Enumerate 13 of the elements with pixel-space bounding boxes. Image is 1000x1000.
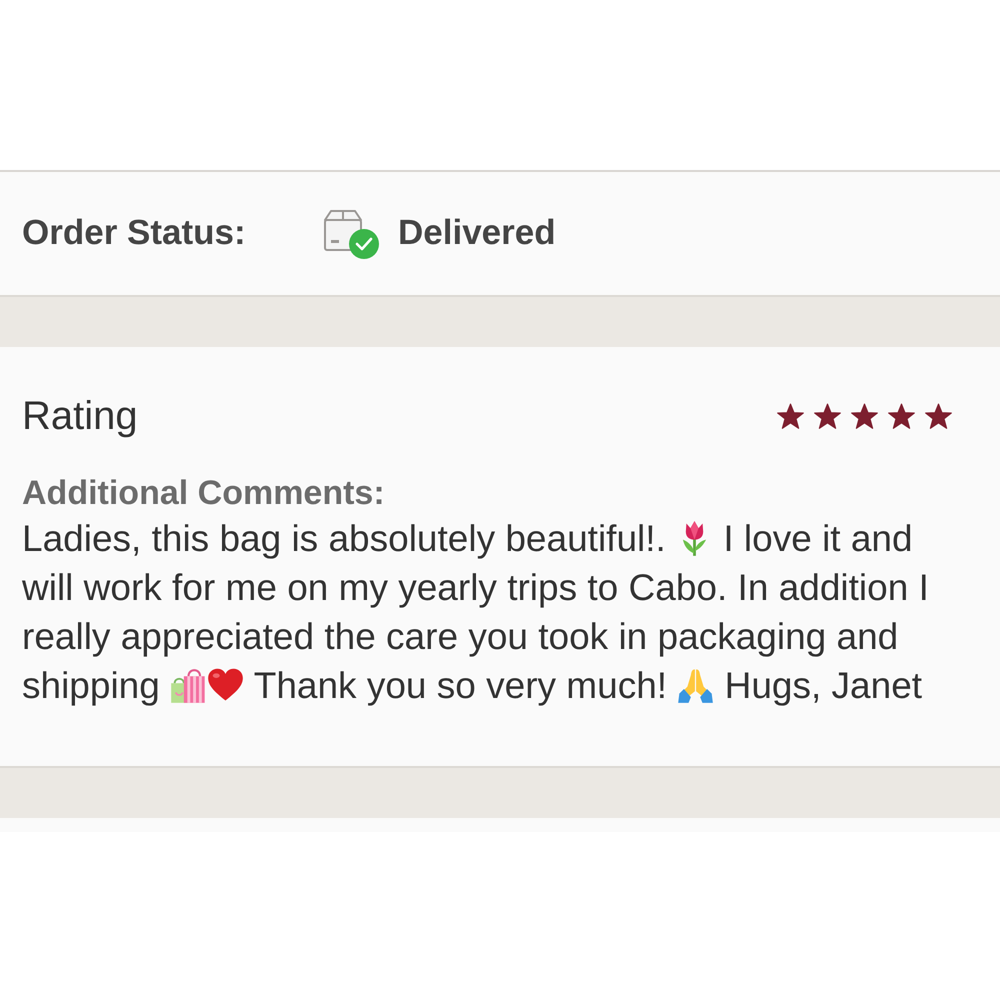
order-status-label: Order Status: xyxy=(22,212,247,254)
folded-hands-icon xyxy=(677,667,714,704)
comment-text: Ladies, this bag is absolutely beautiful!. I love it and will work for me on my yearly trips to Cabo. In addition I really appreciated the care you took in packaging and shipping Thank you so very much! Hugs, Janet xyxy=(22,516,930,708)
filled-star-icon xyxy=(888,402,915,430)
shopping-bags-icon xyxy=(170,667,208,704)
filled-star-icon xyxy=(925,402,952,430)
rating-title: Rating xyxy=(22,393,138,440)
status-value: Delivered xyxy=(398,212,556,254)
filled-star-icon xyxy=(777,402,804,430)
filled-star-icon xyxy=(814,402,841,430)
comments-label: Additional Comments: xyxy=(22,473,385,514)
package-check-icon xyxy=(322,208,380,260)
filled-star-icon xyxy=(851,402,878,430)
